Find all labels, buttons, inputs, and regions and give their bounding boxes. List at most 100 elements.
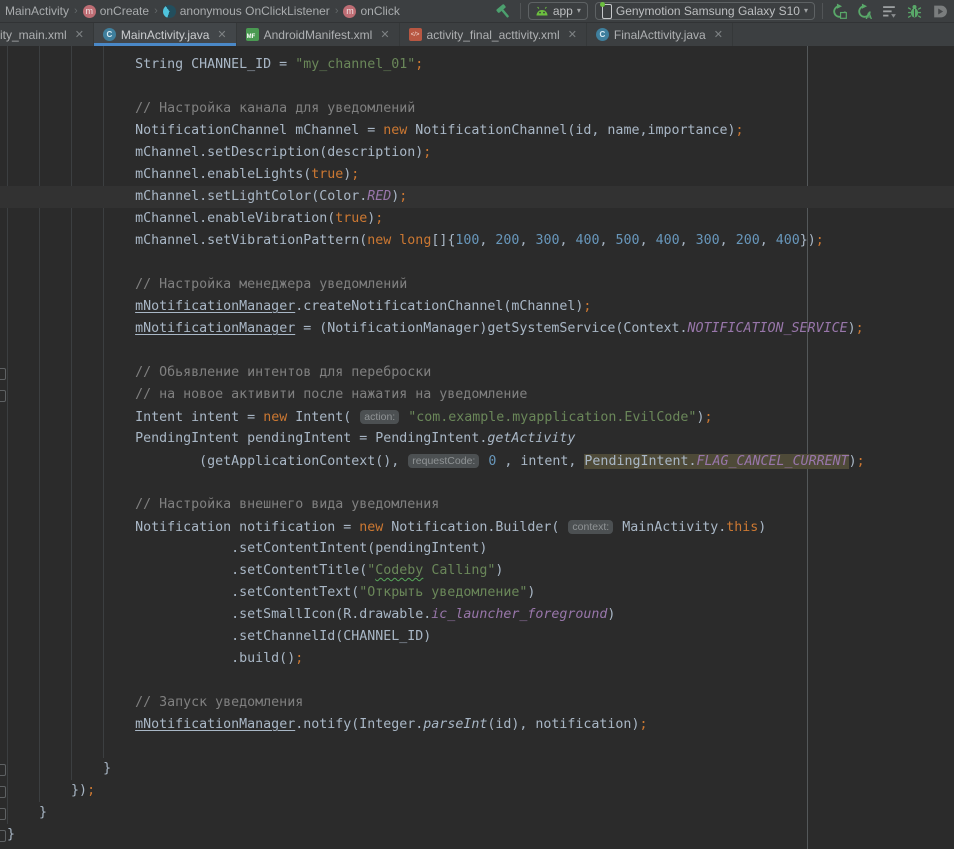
code-token: long [399, 233, 431, 248]
close-icon[interactable]: ✕ [380, 28, 389, 41]
code-line[interactable]: // Настройка канала для уведомлений [0, 98, 954, 120]
code-line[interactable]: } [0, 824, 954, 846]
code-line[interactable]: // на новое активити после нажатия на ув… [0, 384, 954, 406]
code-token: 300 [535, 233, 559, 248]
code-token: MainActivity. [614, 520, 726, 535]
breadcrumb-item-anonymous-class[interactable]: anonymous OnClickListener [160, 4, 333, 18]
code-line[interactable]: // Обьявление интентов для переброски [0, 362, 954, 384]
tab-label: activity_final_acttivity.xml [427, 28, 560, 42]
breadcrumb-item-onclick[interactable]: m onClick [340, 4, 402, 18]
code-line[interactable]: // Запуск уведомления [0, 692, 954, 714]
code-token [7, 717, 135, 732]
code-line[interactable]: Notification notification = new Notifica… [0, 516, 954, 538]
code-token: true [311, 167, 343, 182]
breadcrumb-item-oncreate[interactable]: m onCreate [80, 4, 152, 18]
code-token: 500 [616, 233, 640, 248]
fold-marker[interactable] [0, 390, 6, 402]
code-editor[interactable]: String CHANNEL_ID = "my_channel_01"; // … [0, 46, 954, 849]
code-line[interactable]: mNotificationManager.createNotificationC… [0, 296, 954, 318]
close-icon[interactable]: ✕ [75, 28, 84, 41]
fold-marker[interactable] [0, 368, 6, 380]
breadcrumb-item-class[interactable]: MainActivity [2, 4, 72, 18]
code-line[interactable]: mChannel.enableLights(true); [0, 164, 954, 186]
close-icon[interactable]: ✕ [714, 28, 723, 41]
close-icon[interactable]: ✕ [217, 28, 226, 41]
fold-marker[interactable] [0, 808, 6, 820]
fold-marker[interactable] [0, 764, 6, 776]
tab-label: MainActivity.java [121, 28, 209, 42]
code-line[interactable]: .setContentTitle("Codeby Calling") [0, 560, 954, 582]
code-token: // на новое активити после нажатия на ув… [7, 387, 527, 402]
code-line[interactable] [0, 252, 954, 274]
apply-changes-restart-icon[interactable] [830, 2, 848, 20]
code-line[interactable]: mChannel.setDescription(description); [0, 142, 954, 164]
code-line[interactable] [0, 76, 954, 98]
code-token: = (NotificationManager)getSystemService(… [295, 321, 687, 336]
close-icon[interactable]: ✕ [568, 28, 577, 41]
code-token: ; [87, 783, 95, 798]
tab-androidmanifest-xml[interactable]: MF AndroidManifest.xml ✕ [237, 23, 400, 46]
tab-finalacttivity-java[interactable]: C FinalActtivity.java ✕ [587, 23, 733, 46]
code-token: }) [7, 783, 87, 798]
code-line[interactable] [0, 340, 954, 362]
code-token: this [726, 520, 758, 535]
code-token: .notify(Integer. [295, 717, 423, 732]
code-token: ; [857, 454, 865, 469]
code-line[interactable]: PendingIntent pendingIntent = PendingInt… [0, 428, 954, 450]
code-line[interactable] [0, 736, 954, 758]
code-line[interactable]: mChannel.setLightColor(Color.RED); [0, 186, 954, 208]
code-line[interactable]: }); [0, 780, 954, 802]
code-line[interactable]: mChannel.enableVibration(true); [0, 208, 954, 230]
xml-file-icon: </> [409, 28, 422, 41]
code-token: mChannel.setDescription(description) [7, 145, 423, 160]
code-area[interactable]: String CHANNEL_ID = "my_channel_01"; // … [0, 46, 954, 846]
code-line[interactable]: // Настройка менеджера уведомлений [0, 274, 954, 296]
code-line[interactable]: Intent intent = new Intent( action: "com… [0, 406, 954, 428]
code-token: ; [816, 233, 824, 248]
tab-mainactivity-java[interactable]: C MainActivity.java ✕ [94, 23, 237, 46]
debug-icon[interactable] [905, 2, 923, 20]
chevron-down-icon: ▾ [577, 7, 581, 15]
profiler-icon[interactable] [880, 2, 898, 20]
code-line[interactable]: .build(); [0, 648, 954, 670]
inlay-hint: context: [568, 520, 613, 534]
code-token: .build() [7, 651, 295, 666]
tab-activity-main-xml[interactable]: ity_main.xml ✕ [0, 23, 94, 46]
code-token: mNotificationManager [135, 321, 295, 336]
code-token: []{ [431, 233, 455, 248]
chevron-down-icon: ▾ [804, 7, 808, 15]
code-line[interactable]: mNotificationManager.notify(Integer.pars… [0, 714, 954, 736]
code-token: mNotificationManager [135, 717, 295, 732]
code-line[interactable] [0, 670, 954, 692]
code-line[interactable]: } [0, 802, 954, 824]
run-configuration-select[interactable]: app ▾ [528, 2, 588, 20]
code-token [7, 299, 135, 314]
code-line[interactable]: String CHANNEL_ID = "my_channel_01"; [0, 54, 954, 76]
code-token: ; [415, 57, 423, 72]
code-token: new [359, 520, 383, 535]
code-token: PendingIntent pendingIntent = PendingInt… [7, 431, 487, 446]
profile-app-icon[interactable] [930, 2, 948, 20]
toolbar-separator [822, 3, 823, 19]
code-line[interactable]: .setSmallIcon(R.drawable.ic_launcher_for… [0, 604, 954, 626]
apply-code-changes-icon[interactable]: A [855, 2, 873, 20]
code-line[interactable]: .setContentIntent(pendingIntent) [0, 538, 954, 560]
manifest-file-icon: MF [246, 28, 259, 41]
code-token: ) [758, 520, 766, 535]
code-line[interactable]: (getApplicationContext(), requestCode: 0… [0, 450, 954, 472]
code-line[interactable]: } [0, 758, 954, 780]
code-line[interactable]: NotificationChannel mChannel = new Notif… [0, 120, 954, 142]
fold-marker[interactable] [0, 786, 6, 798]
code-line[interactable]: // Настройка внешнего вида уведомления [0, 494, 954, 516]
code-line[interactable] [0, 472, 954, 494]
build-hammer-icon[interactable] [495, 2, 513, 20]
code-token: , [519, 233, 535, 248]
code-token: "my_channel_01" [295, 57, 415, 72]
tab-activity-final-acttivity-xml[interactable]: </> activity_final_acttivity.xml ✕ [400, 23, 587, 46]
code-line[interactable]: mNotificationManager = (NotificationMana… [0, 318, 954, 340]
code-line[interactable]: .setContentText("Открыть уведомление") [0, 582, 954, 604]
code-line[interactable]: mChannel.setVibrationPattern(new long[]{… [0, 230, 954, 252]
code-line[interactable]: .setChannelId(CHANNEL_ID) [0, 626, 954, 648]
fold-marker[interactable] [0, 830, 6, 842]
device-select[interactable]: Genymotion Samsung Galaxy S10 ▾ [595, 2, 815, 20]
